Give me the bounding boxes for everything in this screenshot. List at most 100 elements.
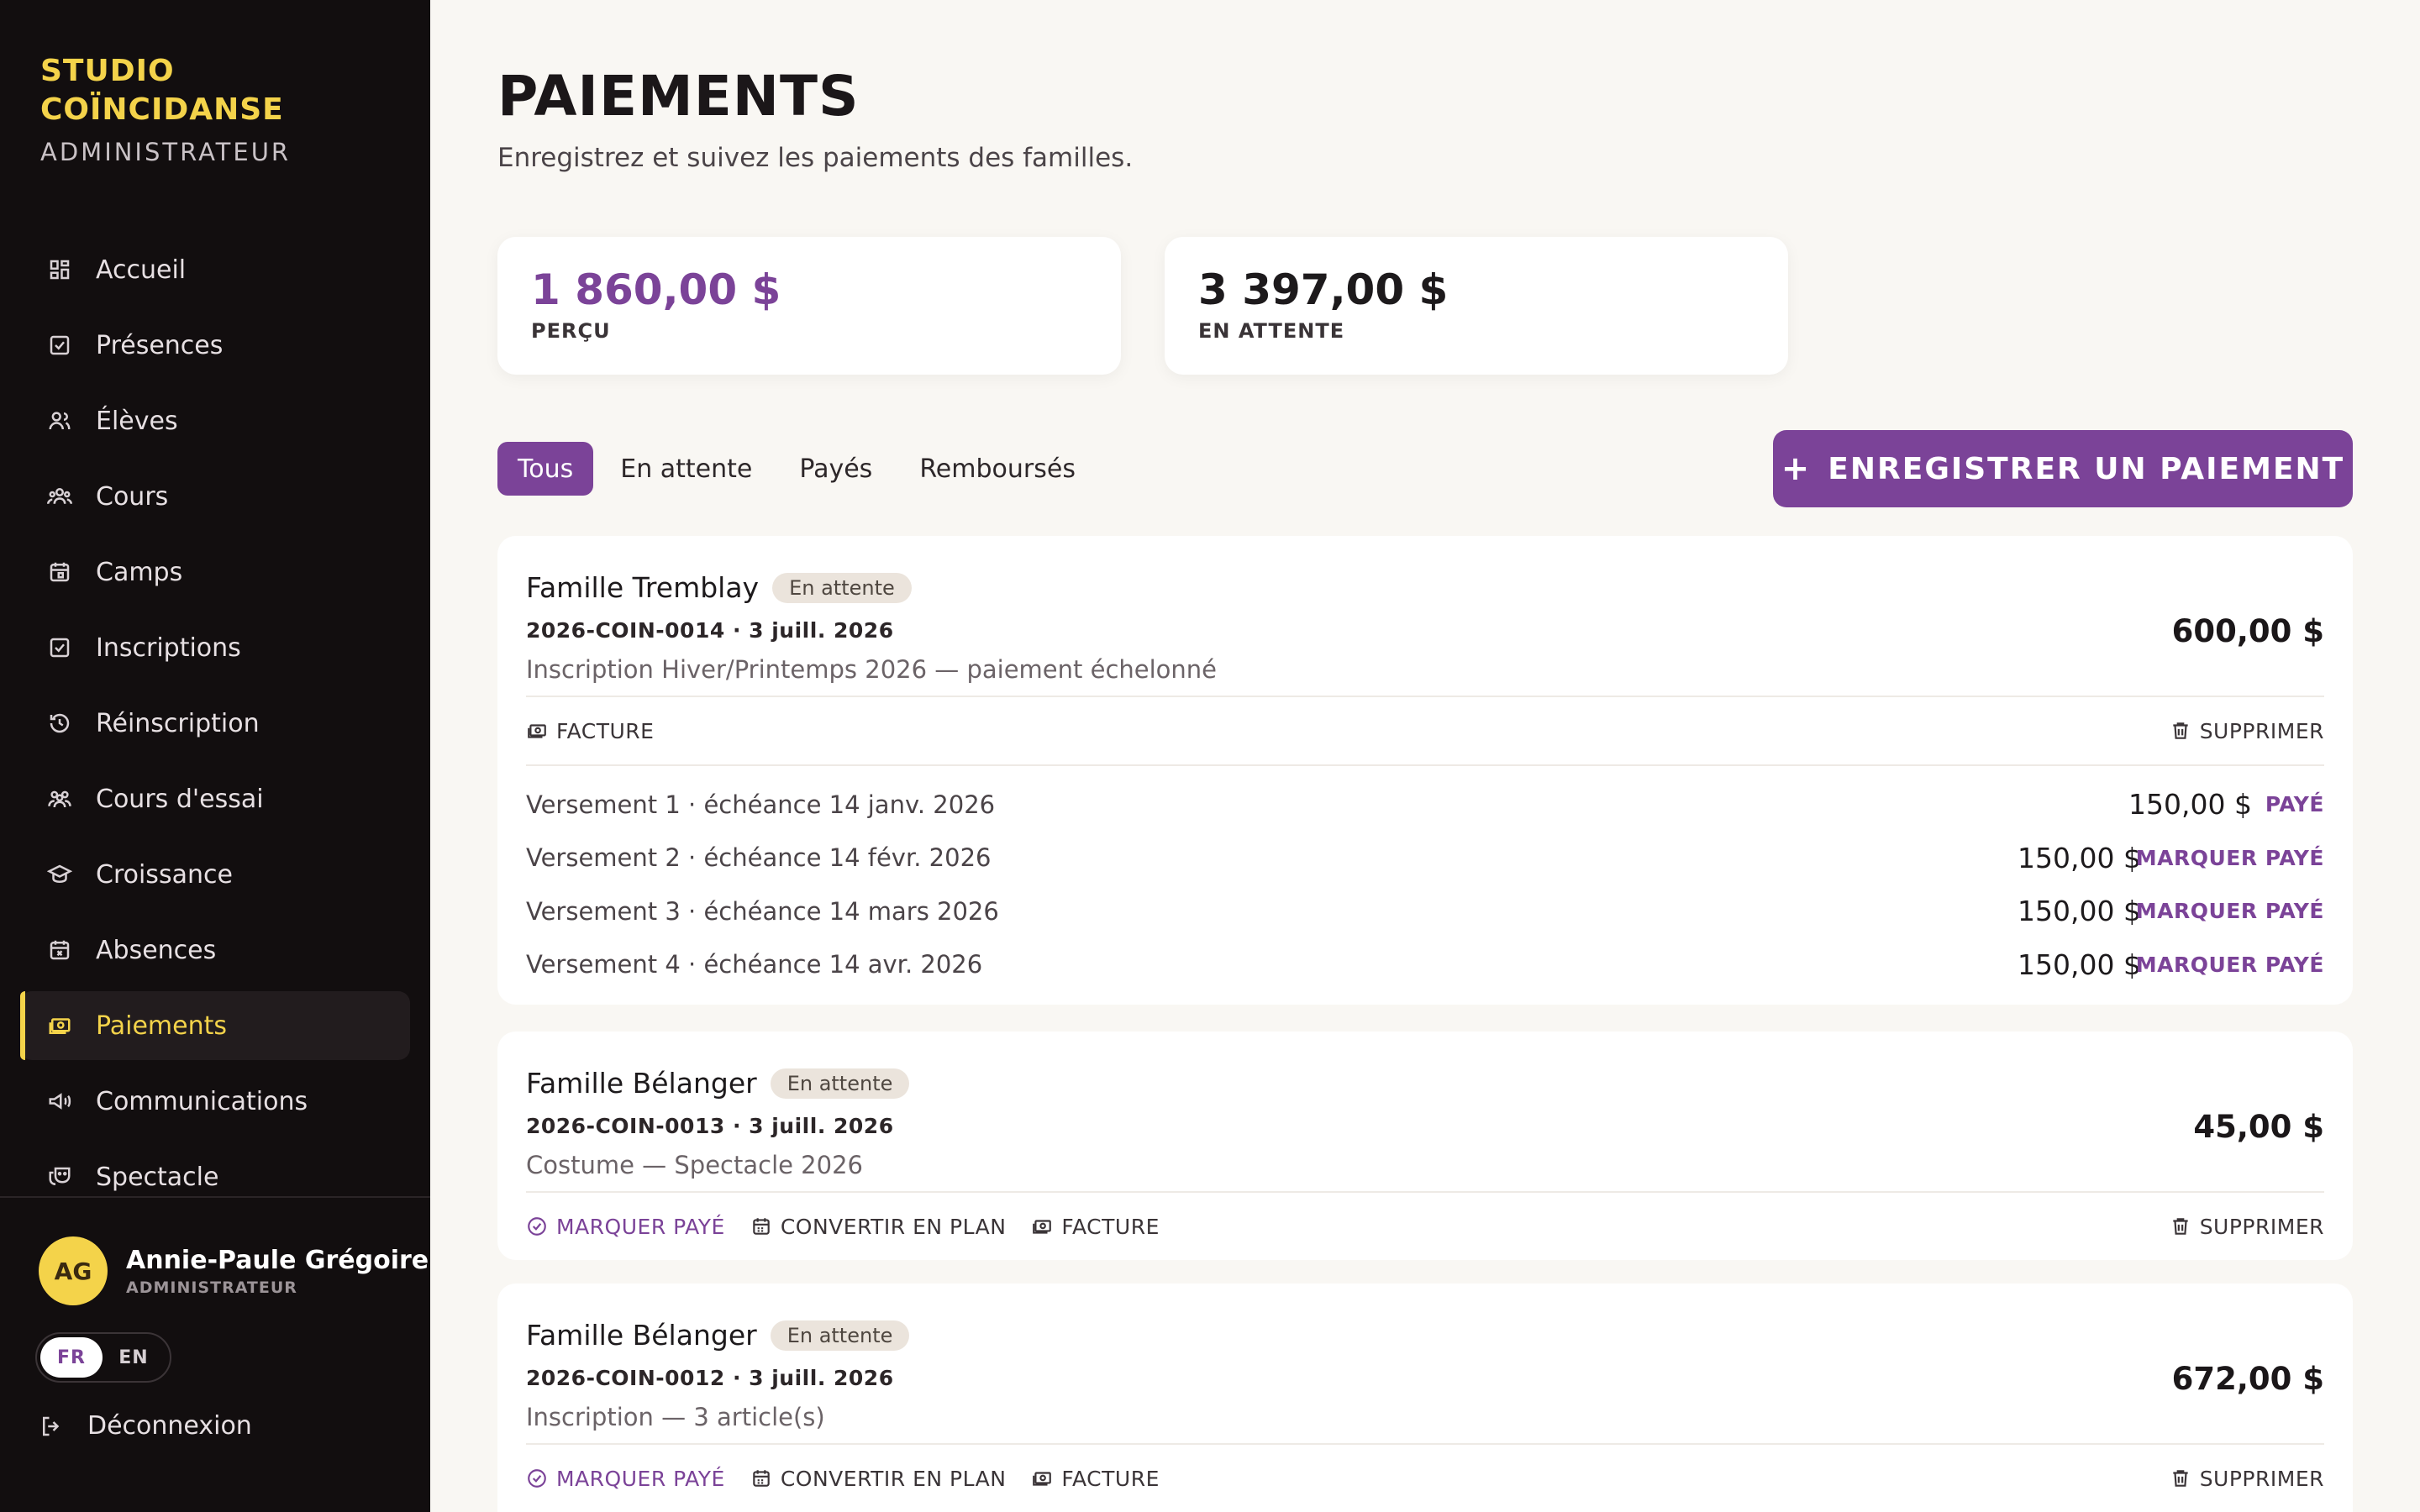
calendar-icon — [753, 1218, 770, 1235]
tab-payes[interactable]: Payés — [779, 442, 892, 496]
payment-card: Famille Bélanger En attente 2026-COIN-00… — [497, 1032, 2353, 1260]
invoice-icon — [528, 724, 546, 738]
payment-amount: 600,00 $ — [2171, 613, 2324, 649]
convert-plan-button[interactable]: CONVERTIR EN PLAN — [750, 1215, 1007, 1239]
stat-collected-value: 1 860,00 $ — [531, 265, 781, 314]
mark-paid-button[interactable]: MARQUER PAYÉ — [526, 1215, 725, 1239]
add-payment-label: ENREGISTRER UN PAIEMENT — [1828, 451, 2345, 486]
sidebar-item-eleves[interactable]: Élèves — [20, 386, 410, 455]
logout-label: Déconnexion — [87, 1411, 252, 1441]
sidebar-nav: Accueil Présences Élèves Cours Camps Ins… — [20, 235, 410, 1218]
installment-label: Versement 4 · échéance 14 avr. 2026 — [526, 950, 983, 979]
invoice-label: FACTURE — [1061, 1466, 1160, 1491]
invoice-icon — [1033, 1472, 1052, 1486]
megaphone-icon — [47, 1089, 72, 1114]
payment-reference: 2026-COIN-0014 · 3 juill. 2026 — [526, 618, 894, 643]
check-circle-icon — [528, 1469, 546, 1488]
mark-paid-label: MARQUER PAYÉ — [556, 1214, 725, 1239]
lang-fr-button[interactable]: FR — [40, 1337, 103, 1378]
mark-paid-button[interactable]: MARQUER PAYÉ — [526, 1467, 725, 1491]
payment-reference: 2026-COIN-0013 · 3 juill. 2026 — [526, 1114, 894, 1138]
installment-amount: 150,00 $ — [2018, 841, 2141, 874]
lang-en-button[interactable]: EN — [103, 1337, 165, 1378]
page-subtitle: Enregistrez et suivez les paiements des … — [497, 143, 1134, 173]
check-square-icon — [47, 333, 72, 358]
sidebar-item-label: Inscriptions — [96, 633, 241, 663]
family-name: Famille Bélanger — [526, 1067, 757, 1100]
sidebar-item-absences[interactable]: Absences — [20, 916, 410, 984]
sidebar-item-croissance[interactable]: Croissance — [20, 840, 410, 909]
sidebar-item-label: Camps — [96, 557, 183, 587]
invoice-button[interactable]: FACTURE — [526, 719, 654, 743]
delete-button[interactable]: SUPPRIMER — [2170, 1215, 2324, 1239]
installment-paid-status: PAYÉ — [2265, 792, 2324, 817]
payment-card: Famille Bélanger En attente 2026-COIN-00… — [497, 1284, 2353, 1512]
invoice-label: FACTURE — [1061, 1214, 1160, 1239]
history-icon — [47, 711, 72, 736]
sidebar-item-reinscription[interactable]: Réinscription — [20, 689, 410, 758]
filter-tabs: Tous En attente Payés Remboursés — [497, 442, 1102, 496]
user-role: ADMINISTRATEUR — [126, 1278, 297, 1297]
tab-tous[interactable]: Tous — [497, 442, 594, 496]
sidebar-item-cours-essai[interactable]: Cours d'essai — [20, 764, 410, 833]
user-name: Annie-Paule Grégoire — [126, 1245, 429, 1275]
status-badge: En attente — [770, 1320, 910, 1351]
tab-en-attente[interactable]: En attente — [600, 442, 772, 496]
clipboard-check-icon — [47, 635, 72, 660]
brand-title-line1: STUDIO — [40, 54, 175, 88]
sidebar-item-label: Absences — [96, 935, 217, 965]
sidebar-item-label: Élèves — [96, 406, 178, 436]
avatar: AG — [39, 1236, 108, 1305]
installment-label: Versement 3 · échéance 14 mars 2026 — [526, 896, 999, 926]
trash-icon — [2173, 722, 2188, 739]
convert-plan-label: CONVERTIR EN PLAN — [780, 1214, 1007, 1239]
tab-rembourses[interactable]: Remboursés — [899, 442, 1096, 496]
delete-button[interactable]: SUPPRIMER — [2170, 719, 2324, 743]
delete-label: SUPPRIMER — [2199, 1466, 2324, 1491]
sidebar-item-label: Cours — [96, 481, 169, 512]
sidebar-item-spectacle[interactable]: Spectacle — [20, 1142, 410, 1211]
installment-label: Versement 2 · échéance 14 févr. 2026 — [526, 843, 992, 873]
invoice-button[interactable]: FACTURE — [1031, 1215, 1159, 1239]
sidebar-item-paiements[interactable]: Paiements — [20, 991, 410, 1060]
stat-pending-value: 3 397,00 $ — [1198, 265, 1449, 314]
mark-paid-button[interactable]: MARQUER PAYÉ — [2136, 953, 2324, 977]
stat-collected: 1 860,00 $ PERÇU — [497, 237, 1121, 375]
calendar-icon — [753, 1470, 770, 1487]
sidebar-item-camps[interactable]: Camps — [20, 538, 410, 606]
check-circle-icon — [528, 1217, 546, 1236]
mark-paid-button[interactable]: MARQUER PAYÉ — [2136, 899, 2324, 923]
sidebar-item-communications[interactable]: Communications — [20, 1067, 410, 1136]
payment-amount: 672,00 $ — [2171, 1361, 2324, 1397]
sidebar-item-cours[interactable]: Cours — [20, 462, 410, 531]
payment-description: Costume — Spectacle 2026 — [526, 1151, 863, 1179]
payments-icon — [47, 1013, 72, 1038]
installment-row: Versement 1 · échéance 14 janv. 2026 150… — [526, 778, 2324, 832]
mark-paid-button[interactable]: MARQUER PAYÉ — [2136, 846, 2324, 870]
installment-row: Versement 3 · échéance 14 mars 2026 150,… — [526, 885, 2324, 938]
installment-amount: 150,00 $ — [2128, 788, 2252, 822]
group-icon — [47, 484, 72, 509]
mark-paid-label: MARQUER PAYÉ — [556, 1466, 725, 1491]
sidebar-item-inscriptions[interactable]: Inscriptions — [20, 613, 410, 682]
convert-plan-button[interactable]: CONVERTIR EN PLAN — [750, 1467, 1007, 1491]
stat-pending-label: EN ATTENTE — [1198, 319, 1345, 343]
delete-button[interactable]: SUPPRIMER — [2170, 1467, 2324, 1491]
sidebar-item-label: Présences — [96, 330, 224, 360]
installments-list: Versement 1 · échéance 14 janv. 2026 150… — [526, 764, 2324, 1005]
calendar-icon — [47, 559, 72, 585]
payment-amount: 45,00 $ — [2193, 1109, 2324, 1145]
sidebar-item-accueil[interactable]: Accueil — [20, 235, 410, 304]
invoice-button[interactable]: FACTURE — [1031, 1467, 1159, 1491]
logout-button[interactable]: Déconnexion — [39, 1411, 252, 1441]
payment-actions: FACTURE SUPPRIMER — [526, 696, 2324, 764]
logout-icon — [43, 1416, 60, 1436]
delete-label: SUPPRIMER — [2199, 718, 2324, 743]
delete-label: SUPPRIMER — [2199, 1214, 2324, 1239]
add-payment-button[interactable]: + ENREGISTRER UN PAIEMENT — [1773, 430, 2353, 507]
plus-icon: + — [1781, 449, 1812, 488]
sidebar-item-presences[interactable]: Présences — [20, 311, 410, 380]
sidebar-item-label: Paiements — [96, 1011, 228, 1041]
user-profile[interactable]: AG Annie-Paule Grégoire ADMINISTRATEUR — [39, 1236, 429, 1305]
installment-row: Versement 4 · échéance 14 avr. 2026 150,… — [526, 938, 2324, 992]
